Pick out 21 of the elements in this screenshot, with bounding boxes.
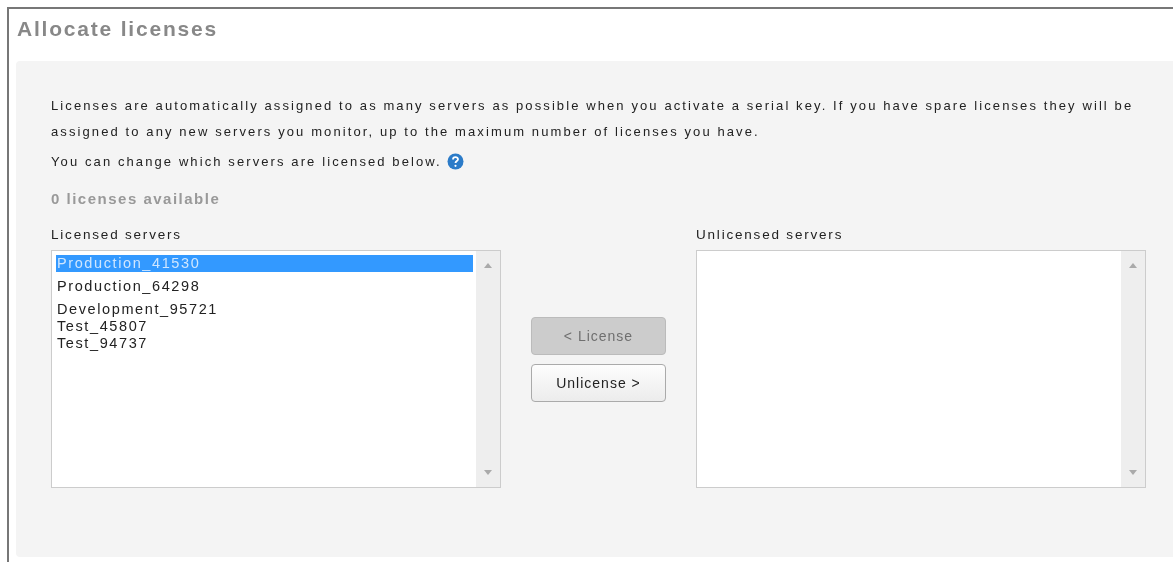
server-item[interactable]: Test_94737 bbox=[56, 335, 473, 352]
page-title: Allocate licenses bbox=[17, 17, 220, 42]
change-note: You can change which servers are licensed below. bbox=[51, 154, 442, 169]
help-icon[interactable] bbox=[446, 153, 464, 170]
scrollbar[interactable] bbox=[1121, 251, 1145, 487]
server-item[interactable]: Production_64298 bbox=[56, 278, 473, 295]
down-arrow-icon[interactable] bbox=[1129, 470, 1137, 475]
scrollbar[interactable] bbox=[476, 251, 500, 487]
licensed-list[interactable]: Production_41530 Production_64298 Development_95721 Test_45807 Test_94737 bbox=[51, 250, 501, 488]
list-label: Unlicensed servers bbox=[696, 227, 844, 242]
intro-text: Licenses are automatically assigned to as many servers as possible when you activate a serial key. If you have spare licenses they will be bbox=[51, 97, 1134, 115]
server-item[interactable]: Development_95721 bbox=[56, 301, 473, 318]
down-arrow-icon[interactable] bbox=[484, 470, 492, 475]
list-label: Licensed servers bbox=[51, 227, 182, 242]
unlicensed-list[interactable] bbox=[696, 250, 1146, 488]
move-button[interactable]: Unlicense > bbox=[531, 364, 666, 402]
server-item[interactable]: Test_45807 bbox=[56, 318, 473, 335]
up-arrow-icon[interactable] bbox=[484, 263, 492, 268]
licenses-available: 0 licenses available bbox=[51, 190, 221, 207]
up-arrow-icon[interactable] bbox=[1129, 263, 1137, 268]
intro-text: assigned to any new servers you monitor, up to the maximum number of licenses you have. bbox=[51, 123, 760, 141]
